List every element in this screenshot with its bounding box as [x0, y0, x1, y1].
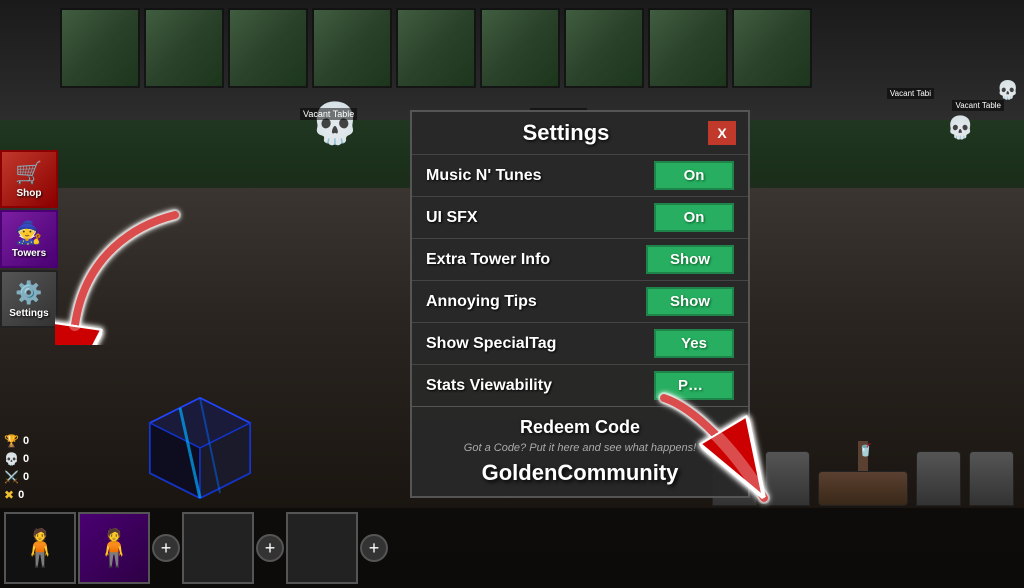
music-label: Music N' Tunes: [426, 167, 542, 185]
shop-button[interactable]: 🛒 Shop: [0, 150, 58, 208]
stat-row-x: ✖ 0: [0, 487, 33, 503]
stat-row-trophy: 🏆 0: [0, 433, 33, 449]
table-group: 🥤: [818, 441, 908, 506]
x-icon: ✖: [4, 488, 14, 502]
viewability-toggle[interactable]: Publi...: [654, 371, 734, 400]
settings-row-tips: Annoying Tips Show: [412, 280, 748, 322]
vacant-table-label-1: Vacant Table: [300, 108, 357, 120]
viewability-label: Stats Viewability: [426, 377, 552, 395]
character-slot-2[interactable]: 🧍: [78, 512, 150, 584]
settings-header: Settings X: [412, 112, 748, 154]
settings-modal: Settings X Music N' Tunes On UI SFX On E…: [410, 110, 750, 498]
towers-label: Towers: [12, 248, 46, 259]
settings-title: Settings: [424, 120, 708, 146]
settings-row-music: Music N' Tunes On: [412, 154, 748, 196]
vacant-table-label-4: Vacant Table: [952, 100, 1004, 111]
settings-row-viewability: Stats Viewability Publi...: [412, 364, 748, 406]
stats-panel: 🏆 0 💀 0 ⚔️ 0 ✖ 0: [0, 433, 33, 503]
settings-sidebar-button[interactable]: ⚙️ Settings: [0, 270, 58, 328]
skull-value: 0: [23, 453, 29, 465]
window-5: [396, 8, 476, 88]
redeem-section: Redeem Code Got a Code? Put it here and …: [412, 406, 748, 496]
tower-info-label: Extra Tower Info: [426, 251, 550, 269]
sfx-toggle[interactable]: On: [654, 203, 734, 232]
settings-icon: ⚙️: [15, 280, 42, 306]
chair-3: [916, 451, 961, 506]
music-toggle[interactable]: On: [654, 161, 734, 190]
trophy-icon: 🏆: [4, 434, 19, 448]
x-value: 0: [18, 489, 24, 501]
window-2: [144, 8, 224, 88]
towers-icon: 🧙: [15, 220, 42, 246]
window-7: [564, 8, 644, 88]
add-slot-3-button[interactable]: +: [360, 534, 388, 562]
character-1: 🧍: [18, 527, 63, 569]
shop-label: Shop: [17, 188, 42, 199]
stat-row-sword: ⚔️ 0: [0, 469, 33, 485]
tower-cube: [140, 388, 260, 508]
stat-row-skull: 💀 0: [0, 451, 33, 467]
window-4: [312, 8, 392, 88]
vacant-table-label-3: Vacant Tabi: [887, 88, 934, 99]
character-2: 🧍: [92, 527, 137, 569]
window-3: [228, 8, 308, 88]
redeem-code-display[interactable]: GoldenCommunity: [426, 460, 734, 486]
window-8: [648, 8, 728, 88]
settings-label: Settings: [9, 308, 48, 319]
settings-row-special-tag: Show SpecialTag Yes: [412, 322, 748, 364]
right-furniture: 🥤: [712, 441, 1014, 506]
chair-2: [765, 451, 810, 506]
sword-value: 0: [23, 471, 29, 483]
add-slot-2-button[interactable]: +: [256, 534, 284, 562]
bottom-bar: 🧍 🧍 + + +: [0, 508, 1024, 588]
window-6: [480, 8, 560, 88]
skull-icon: 💀: [4, 452, 19, 466]
settings-close-button[interactable]: X: [708, 121, 736, 145]
towers-button[interactable]: 🧙 Towers: [0, 210, 58, 268]
sfx-label: UI SFX: [426, 209, 478, 227]
special-tag-toggle[interactable]: Yes: [654, 329, 734, 358]
tips-toggle[interactable]: Show: [646, 287, 734, 316]
sword-icon: ⚔️: [4, 470, 19, 484]
window-9: [732, 8, 812, 88]
add-slot-1-button[interactable]: +: [152, 534, 180, 562]
redeem-title: Redeem Code: [426, 417, 734, 438]
settings-row-sfx: UI SFX On: [412, 196, 748, 238]
character-slot-3[interactable]: [182, 512, 254, 584]
chair-4: [969, 451, 1014, 506]
character-slot-4[interactable]: [286, 512, 358, 584]
special-tag-label: Show SpecialTag: [426, 335, 556, 353]
tips-label: Annoying Tips: [426, 293, 537, 311]
window-1: [60, 8, 140, 88]
character-slot-1[interactable]: 🧍: [4, 512, 76, 584]
redeem-hint: Got a Code? Put it here and see what hap…: [426, 442, 734, 454]
grim-reaper-right: 💀: [947, 115, 974, 141]
settings-row-tower-info: Extra Tower Info Show: [412, 238, 748, 280]
grim-reaper-tiny: 💀: [997, 80, 1019, 101]
tower-info-toggle[interactable]: Show: [646, 245, 734, 274]
table-top-items: 🥤: [858, 441, 868, 471]
left-sidebar: 🛒 Shop 🧙 Towers ⚙️ Settings: [0, 150, 58, 328]
windows-row: [60, 8, 1024, 88]
shop-icon: 🛒: [15, 160, 42, 186]
trophy-value: 0: [23, 435, 29, 447]
table-surface: [818, 471, 908, 506]
